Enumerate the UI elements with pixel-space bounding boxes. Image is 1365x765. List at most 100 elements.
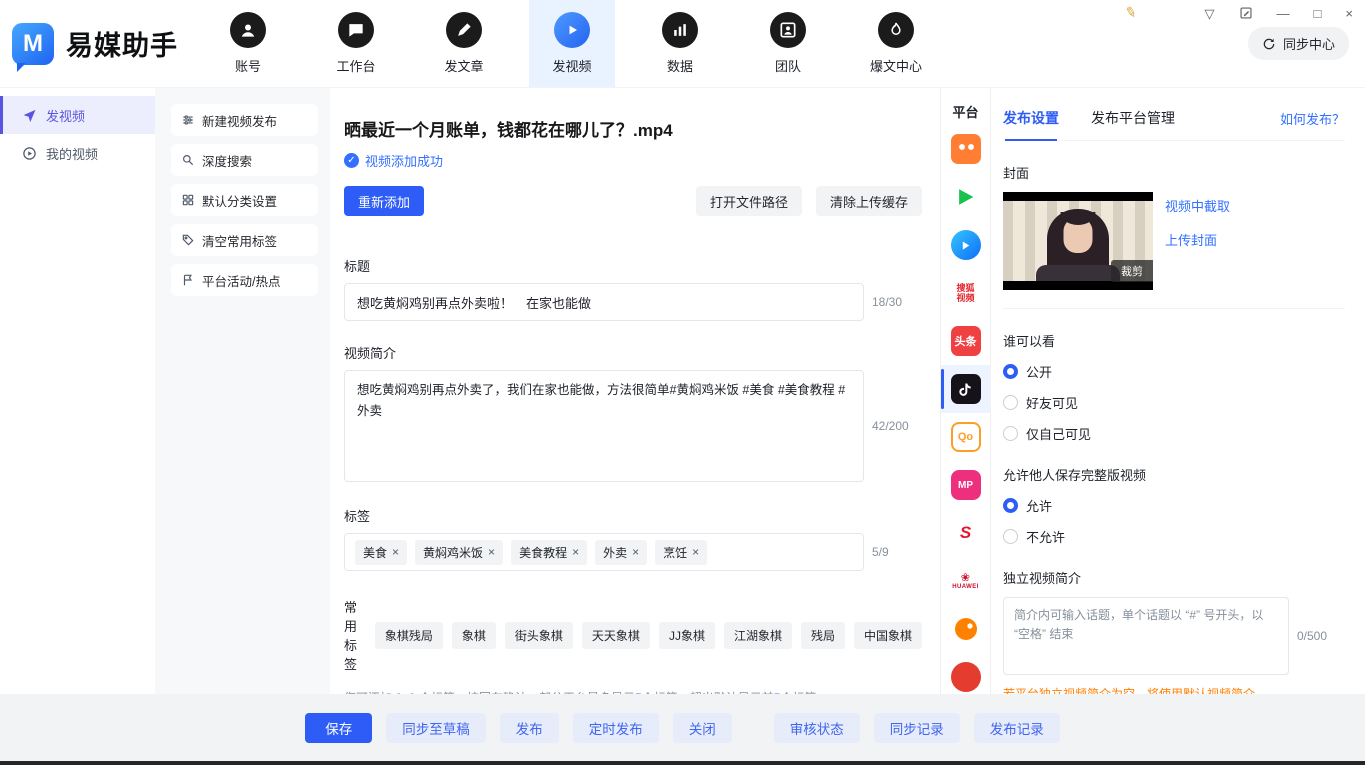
nav-label: 工作台 [336,56,375,75]
nav-data[interactable]: 数据 [637,0,723,87]
radio-icon[interactable] [1003,395,1018,410]
description-textarea[interactable] [344,370,864,482]
close-editor-button[interactable]: 关闭 [673,713,732,743]
nav-label: 爆文中心 [870,56,922,75]
search-icon [181,153,195,167]
nav-label: 团队 [775,56,801,75]
platform-huawei[interactable]: ❀HUAWEI [941,557,990,605]
platform-more[interactable] [941,653,990,694]
clear-common-tags-button[interactable]: 清空常用标签 [171,224,318,256]
sync-records-button[interactable]: 同步记录 [874,713,960,743]
common-tag-chip[interactable]: 象棋 [452,622,496,649]
platform-kuaishou[interactable] [941,125,990,173]
radio-checked-icon[interactable] [1003,364,1018,379]
platform-activity-button[interactable]: 平台活动/热点 [171,264,318,296]
sidebar-item-my-videos[interactable]: 我的视频 [0,134,155,172]
platform-meipai[interactable]: MP [941,461,990,509]
platform-haokan[interactable] [941,221,990,269]
tag-remove-icon[interactable]: × [392,545,399,559]
tag-icon [181,233,195,247]
platform-qq[interactable]: Qo [941,413,990,461]
platform-sina[interactable]: S [941,509,990,557]
new-video-publish-button[interactable]: 新建视频发布 [171,104,318,136]
tab-platform-management[interactable]: 发布平台管理 [1091,108,1175,128]
open-file-path-button[interactable]: 打开文件路径 [696,186,802,216]
allow-save-option-deny[interactable]: 不允许 [1003,527,1345,546]
minimize-button[interactable]: — [1277,7,1290,20]
capture-from-video-link[interactable]: 视频中截取 [1165,196,1230,215]
sidebar-item-label: 发视频 [46,106,85,125]
upload-cover-link[interactable]: 上传封面 [1165,230,1230,249]
scheduled-publish-button[interactable]: 定时发布 [573,713,659,743]
sidebar-item-publish-video[interactable]: 发视频 [0,96,155,134]
common-tag-chip[interactable]: 残局 [801,622,845,649]
platform-dayu[interactable] [941,605,990,653]
default-category-button[interactable]: 默认分类设置 [171,184,318,216]
platform-iqiyi[interactable] [941,173,990,221]
allow-save-option-allow[interactable]: 允许 [1003,496,1345,515]
common-tag-chip[interactable]: 江湖象棋 [724,622,792,649]
nav-publish-video[interactable]: 发视频 [529,0,615,87]
cover-links: 视频中截取 上传封面 [1165,192,1230,290]
sync-center-button[interactable]: 同步中心 [1248,27,1349,60]
nav-team[interactable]: 团队 [745,0,831,87]
tag-remove-icon[interactable]: × [488,545,495,559]
pen-cursor-icon: ✎ [1123,3,1139,22]
tag-remove-icon[interactable]: × [632,545,639,559]
tag-label: 黄焖鸡米饭 [423,544,483,561]
sync-to-draft-button[interactable]: 同步至草稿 [386,713,486,743]
platform-douyin[interactable] [941,365,990,413]
nav-publish-article[interactable]: 发文章 [421,0,507,87]
edit-note-icon[interactable] [1239,6,1253,20]
common-tag-chip[interactable]: 街头象棋 [505,622,573,649]
sohu-video-icon: 搜狐视频 [951,278,981,308]
save-button[interactable]: 保存 [305,713,372,743]
tag-remove-icon[interactable]: × [692,545,699,559]
tags-input[interactable]: 美食× 黄焖鸡米饭× 美食教程× 外卖× 烹饪× [344,533,864,571]
qq-icon: Qo [951,422,981,452]
radio-label: 公开 [1026,362,1052,381]
upload-status: ✓ 视频添加成功 [344,151,922,170]
sliders-icon [181,113,195,127]
radio-icon[interactable] [1003,426,1018,441]
radio-icon[interactable] [1003,529,1018,544]
common-tag-chip[interactable]: 天天象棋 [582,622,650,649]
meipai-icon: MP [951,470,981,500]
network-status-icon[interactable]: ▽ [1205,7,1215,20]
publish-records-button[interactable]: 发布记录 [974,713,1060,743]
title-input[interactable] [344,283,864,321]
publish-button[interactable]: 发布 [500,713,559,743]
how-to-publish-link[interactable]: 如何发布？ [1280,109,1345,128]
description-label: 视频简介 [344,343,922,362]
nav-workbench[interactable]: 工作台 [313,0,399,87]
radio-checked-icon[interactable] [1003,498,1018,513]
platform-column: 平台 搜狐视频 头条 Qo MP S ❀HUAWEI [940,88,990,694]
platform-sohu-video[interactable]: 搜狐视频 [941,269,990,317]
clear-upload-cache-button[interactable]: 清除上传缓存 [816,186,922,216]
independent-desc-textarea[interactable] [1003,597,1289,675]
tag-label: 外卖 [603,544,627,561]
visibility-option-public[interactable]: 公开 [1003,362,1345,381]
quick-action-label: 默认分类设置 [202,191,277,210]
visibility-option-private[interactable]: 仅自己可见 [1003,424,1345,443]
cover-thumbnail[interactable]: 裁剪 [1003,192,1153,290]
flag-icon [181,273,195,287]
visibility-option-friends[interactable]: 好友可见 [1003,393,1345,412]
platform-toutiao[interactable]: 头条 [941,317,990,365]
tag-remove-icon[interactable]: × [572,545,579,559]
review-status-button[interactable]: 审核状态 [774,713,860,743]
close-button[interactable]: × [1345,7,1353,20]
nav-account[interactable]: 账号 [205,0,291,87]
refresh-icon [1262,37,1276,51]
deep-search-button[interactable]: 深度搜索 [171,144,318,176]
nav-hot-center[interactable]: 爆文中心 [853,0,939,87]
visibility-label: 谁可以看 [1003,331,1345,350]
maximize-button[interactable]: □ [1314,7,1322,20]
common-tag-chip[interactable]: 中国象棋 [854,622,922,649]
tab-publish-settings[interactable]: 发布设置 [1003,108,1059,128]
common-tag-chip[interactable]: JJ象棋 [659,622,715,649]
crop-button[interactable]: 裁剪 [1111,260,1153,282]
readd-button[interactable]: 重新添加 [344,186,424,216]
play-icon [554,12,590,48]
common-tag-chip[interactable]: 象棋残局 [375,622,443,649]
